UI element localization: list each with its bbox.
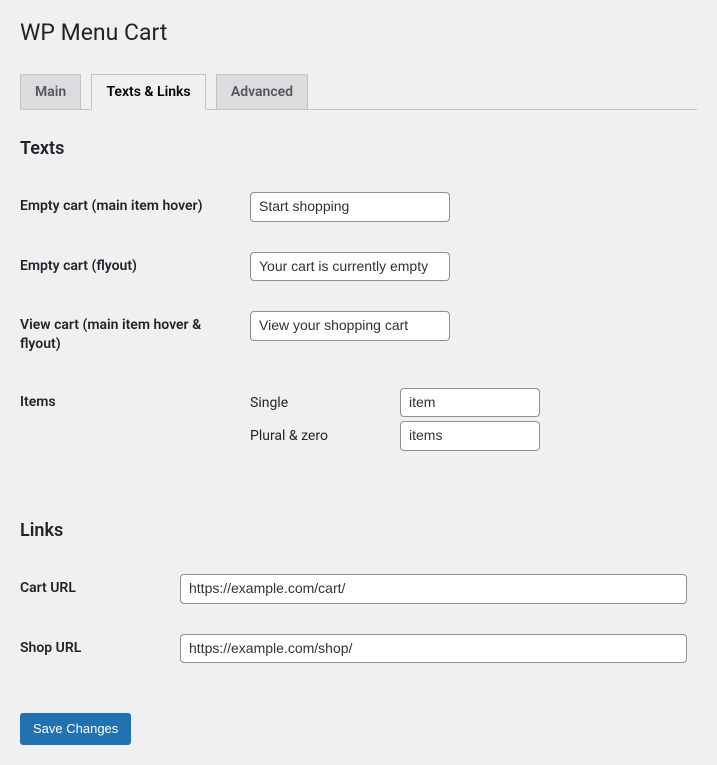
input-items-plural[interactable] xyxy=(400,421,540,451)
label-items: Items xyxy=(20,373,240,470)
tab-advanced[interactable]: Advanced xyxy=(216,74,308,109)
input-empty-cart-hover[interactable] xyxy=(250,192,450,222)
input-items-single[interactable] xyxy=(400,388,540,418)
label-view-cart: View cart (main item hover & flyout) xyxy=(20,296,240,372)
input-cart-url[interactable] xyxy=(180,574,687,604)
label-items-single: Single xyxy=(250,395,400,411)
tab-navigation: Main Texts & Links Advanced xyxy=(20,64,697,110)
label-empty-cart-flyout: Empty cart (flyout) xyxy=(20,237,240,297)
label-empty-cart-hover: Empty cart (main item hover) xyxy=(20,177,240,237)
label-cart-url: Cart URL xyxy=(20,559,170,619)
tab-main[interactable]: Main xyxy=(20,74,81,109)
tab-texts-links[interactable]: Texts & Links xyxy=(91,74,205,110)
page-title: WP Menu Cart xyxy=(20,10,697,50)
links-form-table: Cart URL Shop URL xyxy=(20,559,697,678)
section-title-texts: Texts xyxy=(20,138,697,159)
input-view-cart[interactable] xyxy=(250,311,450,341)
section-title-links: Links xyxy=(20,520,697,541)
texts-form-table: Empty cart (main item hover) Empty cart … xyxy=(20,177,697,470)
save-button[interactable]: Save Changes xyxy=(20,713,131,745)
label-items-plural: Plural & zero xyxy=(250,428,400,444)
label-shop-url: Shop URL xyxy=(20,619,170,679)
input-empty-cart-flyout[interactable] xyxy=(250,252,450,282)
input-shop-url[interactable] xyxy=(180,634,687,664)
